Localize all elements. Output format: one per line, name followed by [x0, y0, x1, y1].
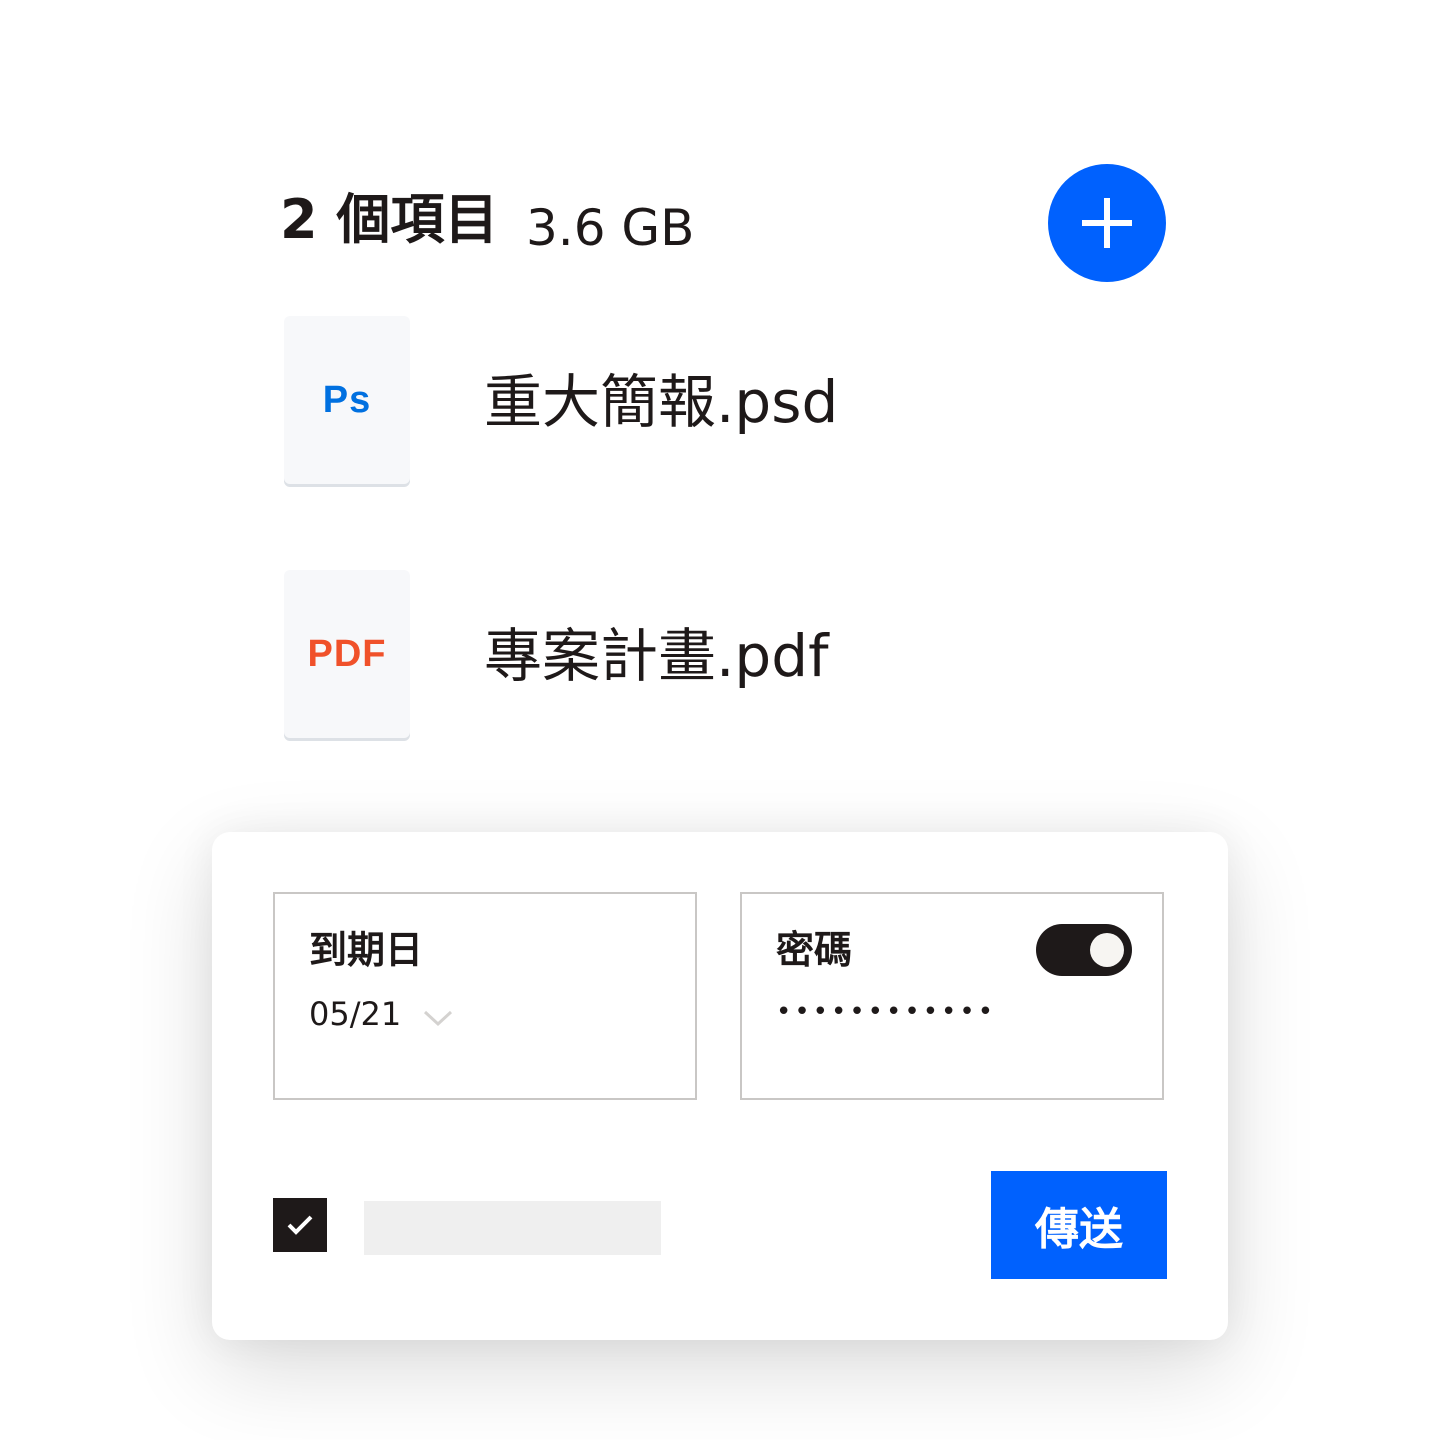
- pdf-file-icon: PDF: [307, 632, 387, 675]
- file-list-item[interactable]: Ps 重大簡報.psd: [284, 316, 1184, 488]
- file-name: 專案計畫.pdf: [484, 622, 829, 690]
- expiry-date-value: 05/21: [309, 995, 402, 1033]
- file-list-header: 2 個項目 3.6 GB: [280, 164, 1170, 282]
- password-toggle[interactable]: [1036, 924, 1132, 976]
- total-size-label: 3.6 GB: [526, 199, 695, 257]
- item-count-title: 2 個項目: [280, 188, 499, 251]
- password-input[interactable]: ••••••••••••: [776, 994, 996, 1030]
- password-field: 密碼 ••••••••••••: [740, 892, 1164, 1100]
- file-thumbnail: Ps: [284, 316, 410, 484]
- share-screen: 2 個項目 3.6 GB Ps 重大簡報.psd PDF 專案計畫.pdf 到期…: [0, 0, 1440, 1440]
- chevron-down-icon[interactable]: [421, 1006, 455, 1030]
- file-thumbnail: PDF: [284, 570, 410, 738]
- send-button[interactable]: 傳送: [991, 1171, 1167, 1279]
- file-list-item[interactable]: PDF 專案計畫.pdf: [284, 570, 1184, 742]
- plus-icon: [1082, 198, 1132, 248]
- option-checkbox[interactable]: [273, 1198, 327, 1252]
- toggle-knob: [1090, 933, 1124, 967]
- expiry-date-label: 到期日: [309, 928, 424, 972]
- checkbox-label-placeholder: [364, 1201, 661, 1255]
- password-label: 密碼: [776, 928, 853, 972]
- add-files-button[interactable]: [1048, 164, 1166, 282]
- file-name: 重大簡報.psd: [484, 368, 839, 436]
- share-options-panel: 到期日 05/21 密碼 •••••••••••• 傳送: [212, 832, 1228, 1340]
- photoshop-file-icon: Ps: [322, 378, 372, 421]
- checkmark-icon: [287, 1215, 313, 1235]
- expiry-date-field[interactable]: 到期日 05/21: [273, 892, 697, 1100]
